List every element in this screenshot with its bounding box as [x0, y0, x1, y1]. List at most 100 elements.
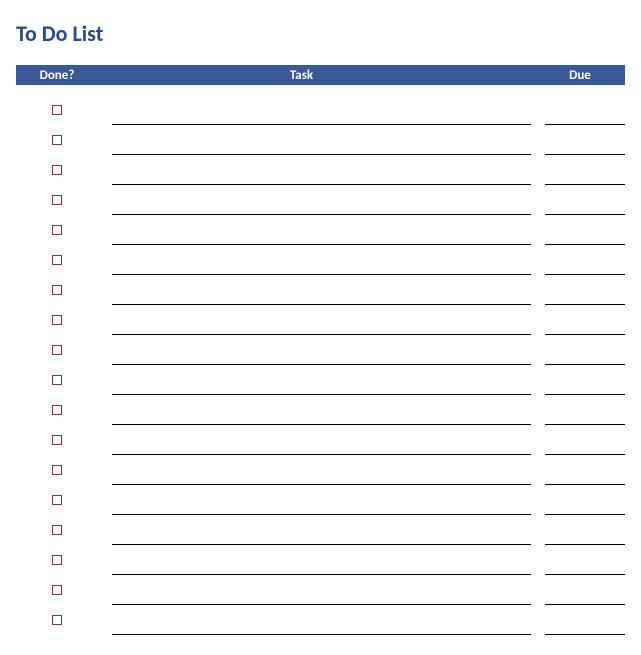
todo-row	[16, 395, 625, 425]
due-cell	[545, 471, 625, 485]
task-input-line[interactable]	[112, 261, 531, 275]
task-input-line[interactable]	[112, 201, 531, 215]
task-input-line[interactable]	[112, 231, 531, 245]
done-checkbox[interactable]	[52, 345, 62, 355]
due-cell	[545, 381, 625, 395]
due-input-line[interactable]	[545, 561, 625, 575]
done-checkbox[interactable]	[52, 195, 62, 205]
done-cell	[16, 575, 98, 605]
done-checkbox[interactable]	[52, 465, 62, 475]
task-cell	[112, 141, 531, 155]
due-cell	[545, 201, 625, 215]
done-checkbox[interactable]	[52, 375, 62, 385]
done-checkbox[interactable]	[52, 525, 62, 535]
done-cell	[16, 245, 98, 275]
todo-row	[16, 575, 625, 605]
done-cell	[16, 215, 98, 245]
task-cell	[112, 441, 531, 455]
due-input-line[interactable]	[545, 381, 625, 395]
done-checkbox[interactable]	[52, 165, 62, 175]
task-input-line[interactable]	[112, 381, 531, 395]
due-input-line[interactable]	[545, 111, 625, 125]
due-input-line[interactable]	[545, 141, 625, 155]
done-checkbox[interactable]	[52, 225, 62, 235]
done-checkbox[interactable]	[52, 255, 62, 265]
task-input-line[interactable]	[112, 351, 531, 365]
due-input-line[interactable]	[545, 291, 625, 305]
done-checkbox[interactable]	[52, 555, 62, 565]
todo-row	[16, 455, 625, 485]
task-input-line[interactable]	[112, 471, 531, 485]
done-cell	[16, 185, 98, 215]
done-checkbox[interactable]	[52, 135, 62, 145]
done-cell	[16, 155, 98, 185]
todo-row	[16, 155, 625, 185]
due-cell	[545, 231, 625, 245]
column-header-bar: Done? Task Due	[16, 65, 625, 85]
done-checkbox[interactable]	[52, 585, 62, 595]
due-cell	[545, 441, 625, 455]
todo-row	[16, 335, 625, 365]
due-cell	[545, 411, 625, 425]
task-cell	[112, 351, 531, 365]
task-input-line[interactable]	[112, 291, 531, 305]
todo-row	[16, 185, 625, 215]
due-cell	[545, 171, 625, 185]
task-input-line[interactable]	[112, 171, 531, 185]
done-cell	[16, 425, 98, 455]
due-cell	[545, 621, 625, 635]
due-input-line[interactable]	[545, 501, 625, 515]
task-input-line[interactable]	[112, 561, 531, 575]
todo-row	[16, 305, 625, 335]
due-input-line[interactable]	[545, 321, 625, 335]
due-input-line[interactable]	[545, 171, 625, 185]
done-cell	[16, 95, 98, 125]
task-input-line[interactable]	[112, 501, 531, 515]
todo-row	[16, 545, 625, 575]
due-input-line[interactable]	[545, 591, 625, 605]
done-checkbox[interactable]	[52, 495, 62, 505]
due-input-line[interactable]	[545, 351, 625, 365]
due-input-line[interactable]	[545, 201, 625, 215]
task-input-line[interactable]	[112, 621, 531, 635]
due-input-line[interactable]	[545, 531, 625, 545]
todo-row	[16, 365, 625, 395]
task-input-line[interactable]	[112, 141, 531, 155]
done-checkbox[interactable]	[52, 285, 62, 295]
done-cell	[16, 605, 98, 635]
task-cell	[112, 321, 531, 335]
task-cell	[112, 531, 531, 545]
column-header-task: Task	[98, 68, 545, 83]
todo-row	[16, 485, 625, 515]
task-input-line[interactable]	[112, 321, 531, 335]
due-cell	[545, 321, 625, 335]
due-input-line[interactable]	[545, 471, 625, 485]
done-cell	[16, 395, 98, 425]
done-checkbox[interactable]	[52, 105, 62, 115]
done-checkbox[interactable]	[52, 405, 62, 415]
task-input-line[interactable]	[112, 441, 531, 455]
due-cell	[545, 501, 625, 515]
due-input-line[interactable]	[545, 261, 625, 275]
due-input-line[interactable]	[545, 621, 625, 635]
task-input-line[interactable]	[112, 591, 531, 605]
due-input-line[interactable]	[545, 441, 625, 455]
done-checkbox[interactable]	[52, 435, 62, 445]
done-checkbox[interactable]	[52, 615, 62, 625]
due-input-line[interactable]	[545, 231, 625, 245]
due-cell	[545, 561, 625, 575]
due-input-line[interactable]	[545, 411, 625, 425]
task-input-line[interactable]	[112, 411, 531, 425]
task-input-line[interactable]	[112, 531, 531, 545]
page-title: To Do List	[16, 20, 625, 47]
task-cell	[112, 501, 531, 515]
task-input-line[interactable]	[112, 111, 531, 125]
todo-row	[16, 95, 625, 125]
done-cell	[16, 515, 98, 545]
done-cell	[16, 365, 98, 395]
column-header-done: Done?	[16, 68, 98, 83]
todo-rows-container	[16, 95, 625, 635]
task-cell	[112, 111, 531, 125]
todo-row	[16, 605, 625, 635]
done-checkbox[interactable]	[52, 315, 62, 325]
